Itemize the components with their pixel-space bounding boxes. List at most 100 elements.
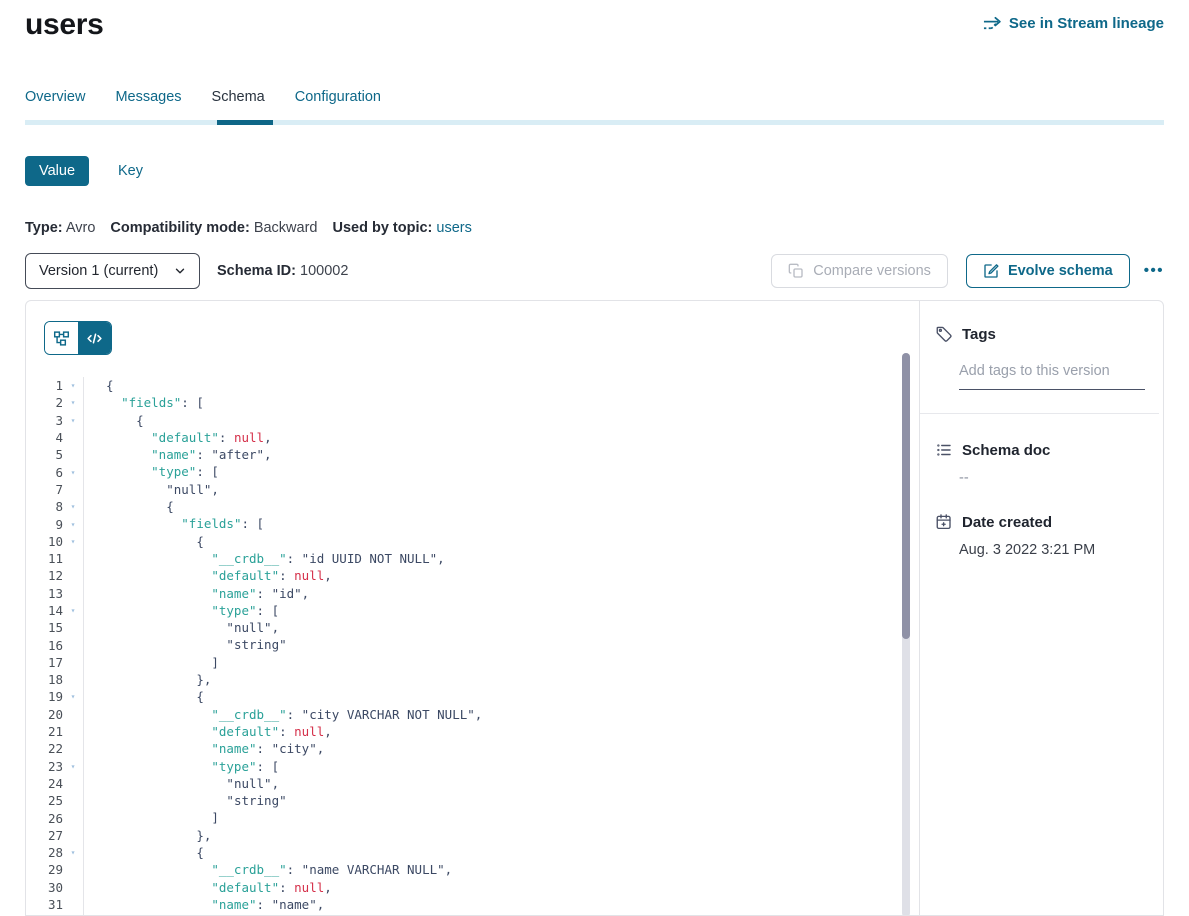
stream-lineage-link[interactable]: See in Stream lineage	[983, 15, 1164, 32]
code-line: 14▾ "type": [	[26, 602, 919, 619]
schema-id-value: 100002	[300, 263, 348, 279]
line-gutter: 14▾	[26, 602, 84, 619]
more-ellipsis-icon[interactable]: •••	[1144, 254, 1164, 288]
line-number: 5	[55, 447, 63, 462]
code-line: 28▾ {	[26, 844, 919, 861]
topic-label: Used by topic:	[332, 220, 432, 236]
line-gutter: 22	[26, 740, 84, 757]
topbar: users See in Stream lineage	[25, 0, 1164, 42]
line-gutter: 19▾	[26, 688, 84, 705]
line-number: 6	[55, 465, 63, 480]
line-gutter: 25	[26, 792, 84, 809]
editor-scrollbar-track[interactable]	[902, 353, 910, 915]
fold-arrow-icon[interactable]: ▾	[63, 692, 83, 701]
code-text: "__crdb__": "id UUID NOT NULL",	[84, 550, 445, 567]
compare-pages-icon	[788, 263, 804, 279]
fold-arrow-icon[interactable]: ▾	[63, 606, 83, 615]
fold-arrow-icon[interactable]: ▾	[63, 468, 83, 477]
value-toggle-button[interactable]: Value	[25, 156, 89, 186]
code-line: 21 "default": null,	[26, 723, 919, 740]
tags-input-wrap	[959, 362, 1145, 390]
line-number: 14	[48, 603, 63, 618]
line-number: 15	[48, 620, 63, 635]
editor-scrollbar-thumb[interactable]	[902, 353, 910, 639]
code-text: "default": null,	[84, 429, 272, 446]
code-text: "string"	[84, 636, 287, 653]
tree-view-button[interactable]	[45, 322, 78, 354]
fold-arrow-icon[interactable]: ▾	[63, 416, 83, 425]
line-number: 32	[48, 914, 63, 915]
line-number: 8	[55, 499, 63, 514]
topic-link[interactable]: users	[436, 220, 471, 236]
value-key-toggle: Value Key	[25, 156, 1164, 186]
code-line: 18 },	[26, 671, 919, 688]
fold-arrow-icon[interactable]: ▾	[63, 381, 83, 390]
tab-schema[interactable]: Schema	[212, 89, 265, 120]
line-number: 25	[48, 793, 63, 808]
line-number: 17	[48, 655, 63, 670]
schema-doc-section: Schema doc --	[935, 441, 1145, 486]
code-text: "fields": [	[84, 394, 204, 411]
compat-meta: Compatibility mode: Backward	[110, 220, 317, 236]
line-number: 2	[55, 395, 63, 410]
view-mode-toggle	[44, 321, 112, 355]
code-text: {	[84, 844, 204, 861]
code-line: 26 ]	[26, 809, 919, 826]
line-gutter: 15	[26, 619, 84, 636]
line-gutter: 18	[26, 671, 84, 688]
compare-versions-label: Compare versions	[813, 263, 931, 279]
fold-arrow-icon[interactable]: ▾	[63, 520, 83, 529]
code-line: 1▾{	[26, 377, 919, 394]
code-text: "fields": [	[84, 515, 264, 532]
code-text: "default": null,	[84, 879, 332, 896]
type-value: Avro	[66, 220, 96, 236]
fold-arrow-icon[interactable]: ▾	[63, 398, 83, 407]
schema-doc-header: Schema doc	[935, 441, 1145, 459]
line-number: 11	[48, 551, 63, 566]
code-view-button[interactable]	[78, 322, 111, 354]
line-number: 30	[48, 880, 63, 895]
tab-configuration[interactable]: Configuration	[295, 89, 381, 120]
line-gutter: 30	[26, 879, 84, 896]
line-number: 16	[48, 638, 63, 653]
evolve-schema-button[interactable]: Evolve schema	[966, 254, 1130, 288]
fold-arrow-icon[interactable]: ▾	[63, 848, 83, 857]
sidebar-divider	[920, 413, 1159, 414]
tab-messages[interactable]: Messages	[115, 89, 181, 120]
fold-arrow-icon[interactable]: ▾	[63, 537, 83, 546]
line-number: 13	[48, 586, 63, 601]
tab-overview[interactable]: Overview	[25, 89, 85, 120]
tab-bar: Overview Messages Schema Configuration	[25, 89, 1164, 120]
code-text: "name": "after",	[84, 446, 272, 463]
schema-id: Schema ID: 100002	[217, 263, 348, 279]
list-icon	[935, 441, 953, 459]
compare-versions-button[interactable]: Compare versions	[771, 254, 948, 288]
code-text: "default": null,	[84, 723, 332, 740]
line-gutter: 24	[26, 775, 84, 792]
line-number: 18	[48, 672, 63, 687]
tags-input[interactable]	[959, 363, 1145, 379]
key-toggle-link[interactable]: Key	[118, 163, 143, 179]
line-gutter: 5	[26, 446, 84, 463]
line-gutter: 7	[26, 481, 84, 498]
line-number: 27	[48, 828, 63, 843]
code-line: 23▾ "type": [	[26, 758, 919, 775]
code-line: 8▾ {	[26, 498, 919, 515]
fold-arrow-icon[interactable]: ▾	[63, 502, 83, 511]
code-text: "type": [	[84, 913, 279, 915]
code-lines: 1▾{2▾ "fields": [3▾ {4 "default": null,5…	[26, 377, 919, 915]
line-number: 12	[48, 568, 63, 583]
line-number: 9	[55, 517, 63, 532]
line-gutter: 3▾	[26, 412, 84, 429]
active-tab-indicator	[217, 120, 273, 125]
code-line: 19▾ {	[26, 688, 919, 705]
fold-arrow-icon[interactable]: ▾	[63, 762, 83, 771]
code-line: 10▾ {	[26, 533, 919, 550]
line-gutter: 10▾	[26, 533, 84, 550]
version-select[interactable]: Version 1 (current)	[25, 253, 200, 289]
code-line: 7 "null",	[26, 481, 919, 498]
line-number: 7	[55, 482, 63, 497]
code-text: "null",	[84, 619, 279, 636]
line-gutter: 29	[26, 861, 84, 878]
date-created-title: Date created	[962, 514, 1052, 531]
